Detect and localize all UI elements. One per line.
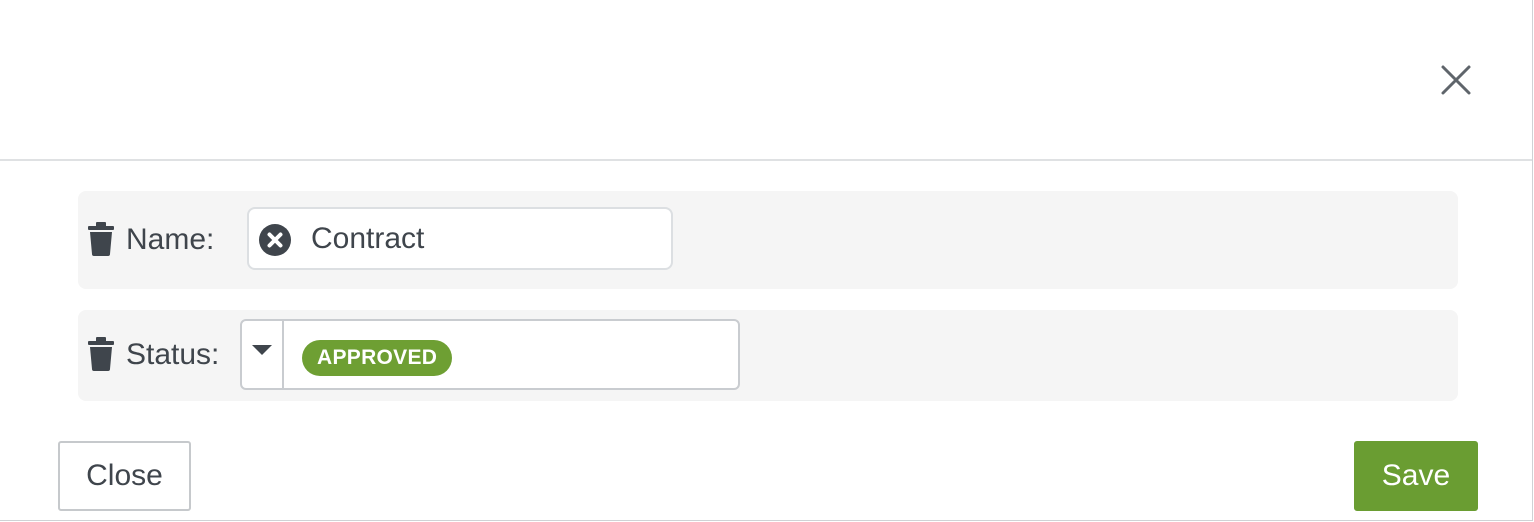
- dropdown-toggle[interactable]: [242, 321, 284, 388]
- status-label: Status:: [126, 338, 220, 371]
- save-button[interactable]: Save: [1354, 441, 1478, 511]
- close-icon[interactable]: [1438, 62, 1474, 98]
- name-label: Name:: [126, 223, 215, 256]
- trash-icon[interactable]: [88, 222, 114, 256]
- name-filter-row: Name: Contract: [78, 191, 1458, 289]
- dialog-header: [0, 0, 1532, 161]
- status-select[interactable]: APPROVED: [240, 319, 740, 390]
- name-input[interactable]: Contract: [247, 207, 673, 270]
- filter-dialog: Name: Contract Status: APPROVED Close Sa…: [0, 0, 1533, 521]
- clear-icon[interactable]: [259, 224, 291, 256]
- trash-icon[interactable]: [88, 337, 114, 371]
- caret-down-icon: [252, 345, 272, 355]
- status-filter-row: Status: APPROVED: [78, 310, 1458, 401]
- status-tag: APPROVED: [302, 340, 453, 376]
- close-button[interactable]: Close: [58, 441, 191, 511]
- name-value: Contract: [311, 222, 425, 255]
